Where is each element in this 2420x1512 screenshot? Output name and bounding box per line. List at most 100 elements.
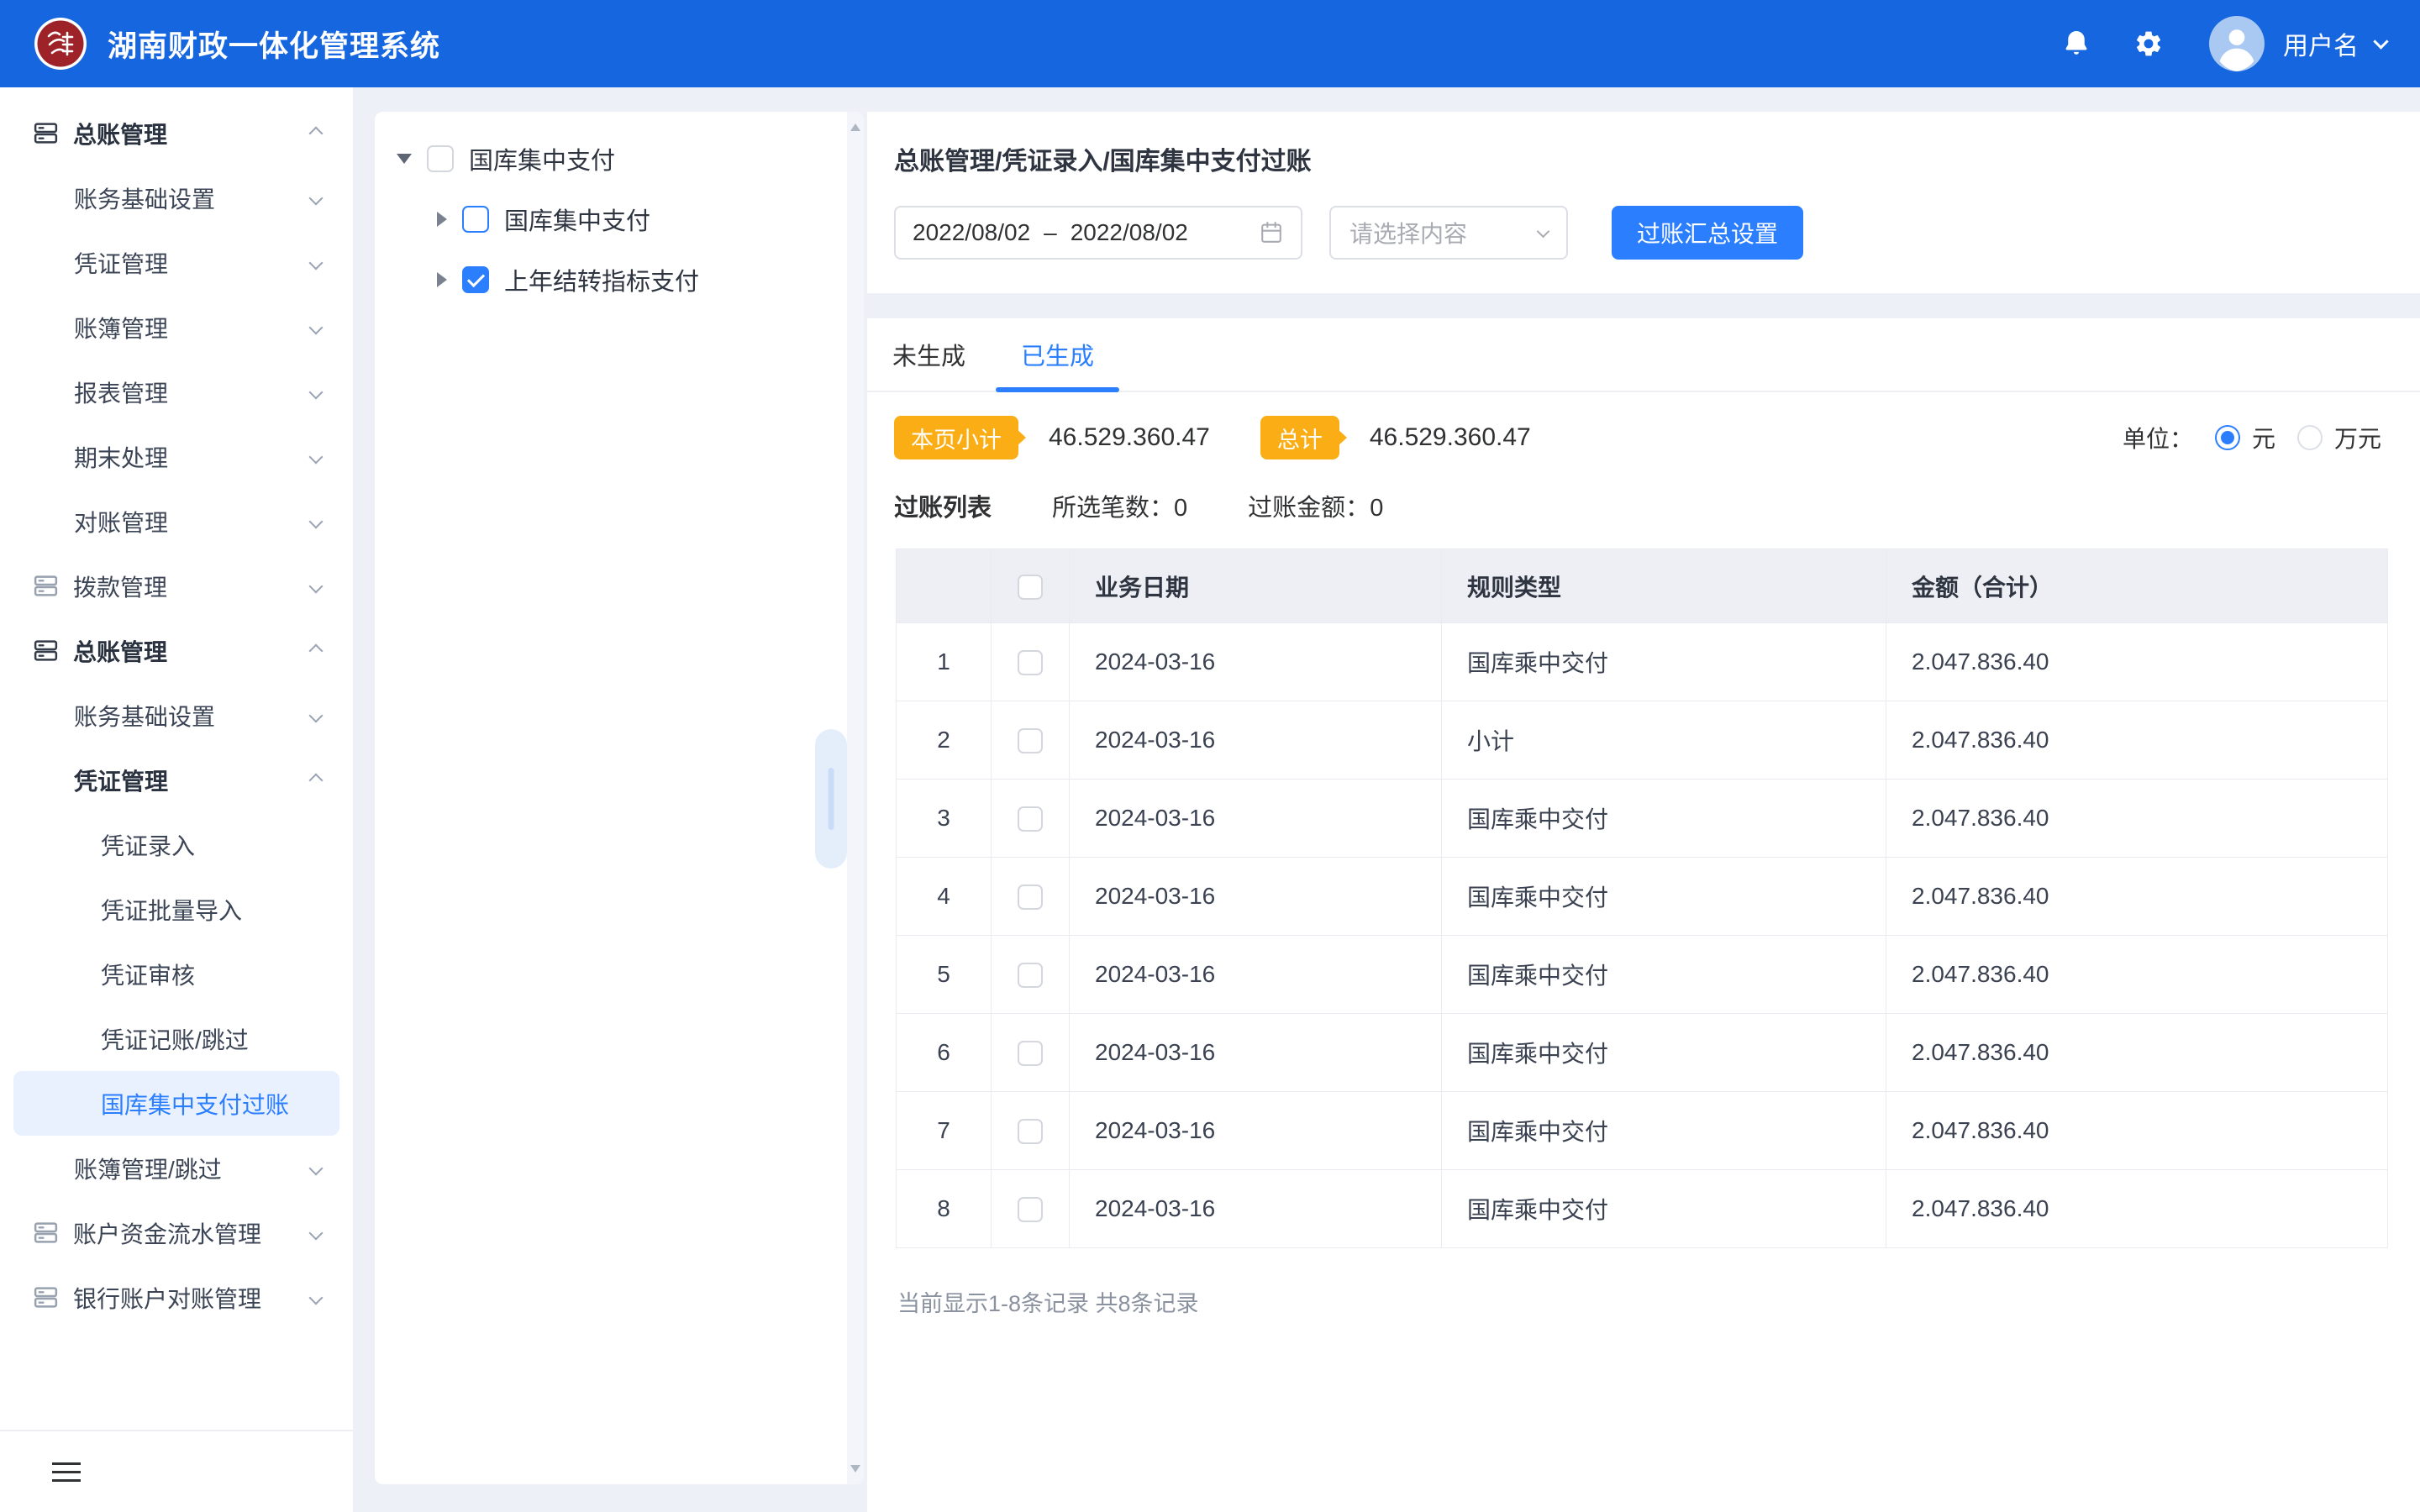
sidebar-item-label: 凭证审核 [101,958,195,991]
tree-caret-right-icon[interactable] [437,212,447,227]
content-select[interactable]: 请选择内容 [1329,206,1568,260]
sidebar-item-11[interactable]: 凭证录入 [13,812,339,877]
main-content: 总账管理/凭证录入/国库集中支付过账 2022/08/02 – 2022/08/… [867,112,2420,1512]
app-title: 湖南财政一体化管理系统 [108,23,440,66]
row-rule: 小计 [1442,701,1886,780]
row-date: 2024-03-16 [1070,701,1442,780]
sidebar-item-18[interactable]: 银行账户对账管理 [13,1265,339,1330]
tree-caret-down-icon[interactable] [397,154,412,164]
row-date: 2024-03-16 [1070,858,1442,936]
row-date: 2024-03-16 [1070,936,1442,1014]
sidebar-item-17[interactable]: 账户资金流水管理 [13,1200,339,1265]
sidebar-item-15[interactable]: 国库集中支付过账 [13,1071,339,1136]
date-range-input[interactable]: 2022/08/02 – 2022/08/02 [894,206,1302,260]
tab-generated[interactable]: 已生成 [1021,318,1094,391]
row-checkbox[interactable] [1018,806,1043,832]
sidebar-item-label: 总账管理 [73,117,167,150]
table-row-8: 82024-03-16国库乘中交付2.047.836.40 [897,1170,2388,1248]
tree-checkbox[interactable] [462,266,489,293]
row-rule: 国库乘中交付 [1442,780,1886,858]
sidebar-item-5[interactable]: 期末处理 [13,424,339,489]
tree-scrollbar[interactable] [847,112,864,1484]
tab-bar: 未生成 已生成 [867,318,2420,392]
posting-table: 业务日期 规则类型 金额（合计） 12024-03-16国库乘中交付2.047.… [896,549,2388,1248]
unit-radio-wanyuan[interactable] [2297,425,2323,450]
avatar[interactable] [2209,16,2265,71]
username[interactable]: 用户名 [2283,25,2359,62]
col-index [897,549,992,623]
row-index: 7 [897,1092,992,1170]
sidebar-item-13[interactable]: 凭证审核 [13,942,339,1006]
sidebar-item-8[interactable]: 总账管理 [13,618,339,683]
page-subtotal-badge: 本页小计 [894,416,1018,459]
row-checkbox[interactable] [1018,963,1043,988]
sidebar-item-9[interactable]: 账务基础设置 [13,683,339,748]
selected-count: 所选笔数：0 [1052,488,1187,523]
sidebar-item-14[interactable]: 凭证记账/跳过 [13,1006,339,1071]
date-separator: – [1044,219,1057,246]
row-rule: 国库乘中交付 [1442,858,1886,936]
select-all-checkbox[interactable] [1018,575,1043,600]
row-checkbox[interactable] [1018,650,1043,675]
tree-caret-right-icon[interactable] [437,272,447,287]
tree-panel: 国库集中支付国库集中支付上年结转指标支付 [375,112,864,1484]
chevron-up-icon [309,773,324,787]
record-count-note: 当前显示1-8条记录 共8条记录 [867,1248,2420,1318]
chevron-down-icon [309,449,324,464]
collapse-menu-icon[interactable] [52,1457,81,1488]
table-row-1: 12024-03-16国库乘中交付2.047.836.40 [897,623,2388,701]
total-badge: 总计 [1260,416,1339,459]
chevron-down-icon [309,708,324,722]
tree-node-label[interactable]: 国库集中支付 [504,202,650,237]
row-checkbox[interactable] [1018,1197,1043,1222]
unit-option-wanyuan[interactable]: 万元 [2334,421,2381,454]
row-amount: 2.047.836.40 [1886,858,2388,936]
chevron-down-icon[interactable] [2373,34,2388,49]
sidebar-item-label: 账务基础设置 [74,699,215,732]
row-checkbox[interactable] [1018,1041,1043,1066]
posting-summary-settings-button[interactable]: 过账汇总设置 [1612,206,1803,260]
row-select-cell [992,1014,1070,1092]
sidebar-item-7[interactable]: 拨款管理 [13,554,339,618]
sidebar-item-label: 账簿管理 [74,311,168,344]
col-amount: 金额（合计） [1886,549,2388,623]
row-index: 4 [897,858,992,936]
tree-node-label[interactable]: 国库集中支付 [469,141,615,176]
chevron-down-icon [309,514,324,528]
sidebar-item-label: 银行账户对账管理 [73,1281,261,1315]
panel-drag-handle[interactable] [815,729,847,869]
row-checkbox[interactable] [1018,728,1043,753]
unit-option-yuan[interactable]: 元 [2252,421,2275,454]
sidebar-item-6[interactable]: 对账管理 [13,489,339,554]
sidebar-item-1[interactable]: 账务基础设置 [13,165,339,230]
sidebar-item-12[interactable]: 凭证批量导入 [13,877,339,942]
sidebar-item-label: 凭证记账/跳过 [101,1022,249,1056]
row-select-cell [992,1170,1070,1248]
tree-checkbox[interactable] [427,145,454,172]
tree-node-label[interactable]: 上年结转指标支付 [504,262,699,297]
row-date: 2024-03-16 [1070,1092,1442,1170]
settings-gear-icon[interactable] [2133,29,2164,59]
row-select-cell [992,936,1070,1014]
sidebar-item-3[interactable]: 账簿管理 [13,295,339,360]
row-checkbox[interactable] [1018,1119,1043,1144]
row-checkbox[interactable] [1018,885,1043,910]
sidebar-item-label: 账簿管理/跳过 [74,1152,222,1185]
sidebar-item-10[interactable]: 凭证管理 [13,748,339,812]
menu-stack-icon [32,572,60,600]
row-date: 2024-03-16 [1070,1014,1442,1092]
breadcrumb: 总账管理/凭证录入/国库集中支付过账 [894,140,2386,177]
row-rule: 国库乘中交付 [1442,1092,1886,1170]
notification-bell-icon[interactable] [2061,29,2091,59]
sidebar-item-2[interactable]: 凭证管理 [13,230,339,295]
row-index: 1 [897,623,992,701]
row-select-cell [992,780,1070,858]
sidebar-item-16[interactable]: 账簿管理/跳过 [13,1136,339,1200]
tree-checkbox[interactable] [462,206,489,233]
tab-not-generated[interactable]: 未生成 [892,318,965,391]
filter-section: 总账管理/凭证录入/国库集中支付过账 2022/08/02 – 2022/08/… [867,112,2420,293]
unit-radio-yuan[interactable] [2215,425,2240,450]
col-date: 业务日期 [1070,549,1442,623]
sidebar-item-4[interactable]: 报表管理 [13,360,339,424]
sidebar-item-0[interactable]: 总账管理 [13,101,339,165]
